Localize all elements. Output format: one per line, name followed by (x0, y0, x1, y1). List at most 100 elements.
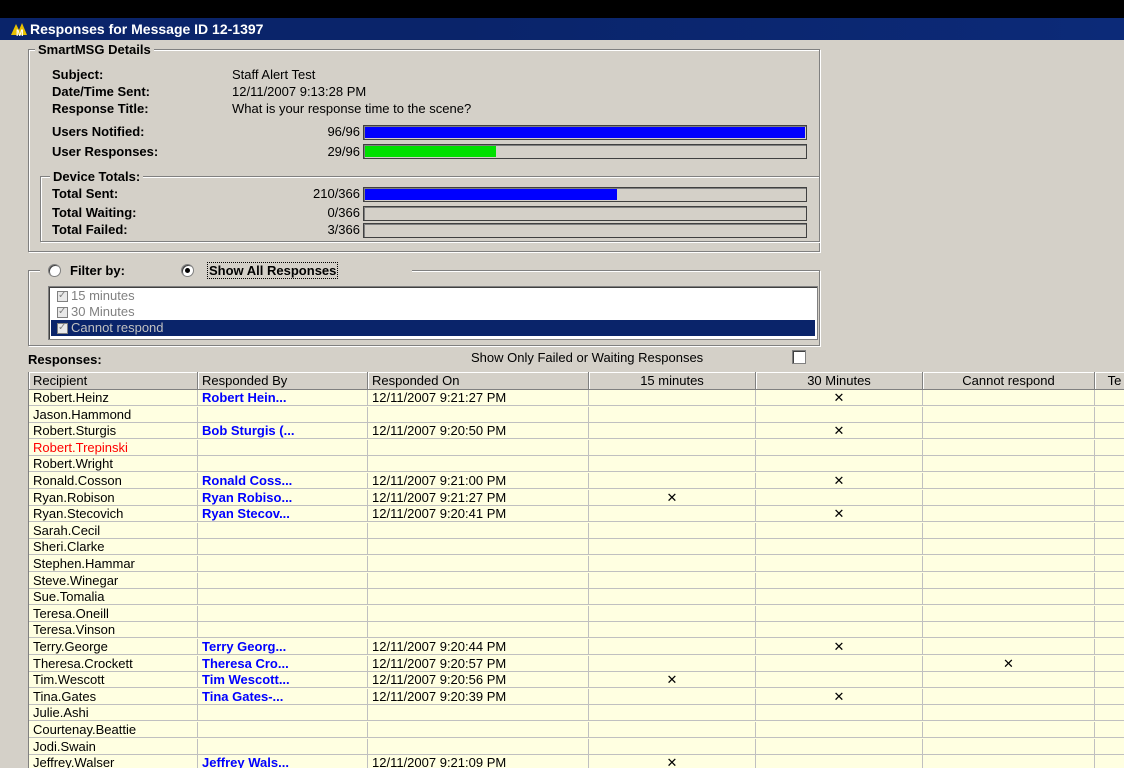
table-row[interactable]: Tim.Wescott Tim Wescott... 12/11/2007 9:20… (29, 672, 1124, 689)
recipient-cell: Steve.Winegar (29, 572, 198, 589)
15-minutes-cell (589, 722, 756, 738)
recipient-cell: Theresa.Crockett (29, 655, 198, 672)
30-minutes-cell (756, 456, 923, 473)
15-minutes-cell (589, 439, 756, 456)
table-row[interactable]: Terry.George Terry Georg... 12/11/2007 9:2… (29, 639, 1124, 655)
column-header-responded-on[interactable]: Responded On (368, 372, 589, 390)
filter-options-list[interactable]: 15 minutes 30 Minutes Cannot respond (48, 286, 818, 340)
table-row[interactable]: Ronald.Cosson Ronald Coss... 12/11/2007 9:… (29, 473, 1124, 489)
table-row[interactable]: Theresa.Crockett Theresa Cro... 12/11/2007… (29, 655, 1124, 672)
responded-on-cell (368, 556, 589, 572)
te-cell (1095, 440, 1124, 456)
column-header-recipient[interactable]: Recipient (29, 372, 198, 390)
filter-option-30-minutes[interactable]: 30 Minutes (51, 304, 815, 320)
table-row[interactable]: Robert.Trepinski (29, 439, 1124, 456)
recipient-cell: Sheri.Clarke (29, 539, 198, 556)
cannot-respond-cell (923, 473, 1095, 489)
recipient-cell: Ryan.Robison (29, 489, 198, 506)
table-row[interactable]: Sheri.Clarke (29, 539, 1124, 556)
user-responses-label: User Responses: (52, 144, 159, 159)
te-cell (1095, 539, 1124, 556)
show-all-radio[interactable] (181, 264, 194, 277)
failed-only-checkbox[interactable] (792, 350, 806, 364)
user-responses-bar (363, 144, 807, 159)
30-minutes-cell (756, 605, 923, 622)
table-row[interactable]: Steve.Winegar (29, 572, 1124, 589)
responded-on-cell (368, 456, 589, 473)
filter-option-15-minutes[interactable]: 15 minutes (51, 288, 815, 304)
table-row[interactable]: Ryan.Stecovich Ryan Stecov... 12/11/2007 9… (29, 506, 1124, 523)
15-minutes-cell (589, 738, 756, 755)
column-header-15-minutes[interactable]: 15 minutes (589, 372, 756, 390)
30-minutes-cell (756, 439, 923, 456)
table-row[interactable]: Julie.Ashi (29, 705, 1124, 722)
responded-by-cell: Robert Hein... (198, 390, 368, 406)
svg-text:M: M (16, 28, 24, 37)
show-all-label[interactable]: Show All Responses (206, 262, 339, 279)
table-row[interactable]: Robert.Sturgis Bob Sturgis (... 12/11/2007… (29, 423, 1124, 440)
responded-by-cell (198, 556, 368, 572)
window-title: Responses for Message ID 12-1397 (30, 21, 264, 37)
user-responses-fill (365, 146, 497, 157)
15-minutes-cell (589, 572, 756, 589)
cannot-respond-cell (923, 705, 1095, 722)
filter-option-cannot-respond[interactable]: Cannot respond (51, 320, 815, 336)
recipient-cell: Robert.Sturgis (29, 423, 198, 440)
table-row[interactable]: Stephen.Hammar (29, 556, 1124, 572)
table-row[interactable]: Ryan.Robison Ryan Robiso... 12/11/2007 9:2… (29, 489, 1124, 506)
te-cell (1095, 423, 1124, 440)
15-minutes-cell (589, 622, 756, 639)
table-row[interactable]: Robert.Heinz Robert Hein... 12/11/2007 9:2… (29, 390, 1124, 406)
responded-on-cell: 12/11/2007 9:20:56 PM (368, 672, 589, 689)
checkbox-checked-icon[interactable] (57, 288, 68, 304)
table-row[interactable]: Courtenay.Beattie (29, 722, 1124, 738)
table-row[interactable]: Jason.Hammond (29, 406, 1124, 423)
column-header-te[interactable]: Te (1095, 372, 1124, 390)
table-row[interactable]: Jodi.Swain (29, 738, 1124, 755)
filter-by-radio[interactable] (48, 264, 61, 277)
recipient-cell: Robert.Trepinski (29, 439, 198, 456)
30-minutes-cell (756, 722, 923, 738)
responded-by-cell (198, 439, 368, 456)
table-row[interactable]: Sarah.Cecil (29, 522, 1124, 539)
15-minutes-cell (589, 423, 756, 440)
responded-on-cell: 12/11/2007 9:20:57 PM (368, 655, 589, 672)
te-cell (1095, 456, 1124, 473)
te-cell (1095, 689, 1124, 705)
table-row[interactable]: Teresa.Vinson (29, 622, 1124, 639)
recipient-cell: Jeffrey.Walser (29, 755, 198, 768)
table-row[interactable]: Jeffrey.Walser Jeffrey Wals... 12/11/2007 … (29, 755, 1124, 768)
total-sent-fill (365, 189, 617, 200)
cannot-respond-cell (923, 589, 1095, 606)
column-header-30-minutes[interactable]: 30 Minutes (756, 372, 923, 390)
responded-by-cell: Bob Sturgis (... (198, 423, 368, 440)
15-minutes-cell (589, 605, 756, 622)
responded-by-cell (198, 539, 368, 556)
table-row[interactable]: Tina.Gates Tina Gates-... 12/11/2007 9:20:… (29, 688, 1124, 705)
15-minutes-cell (589, 639, 756, 655)
column-header-cannot-respond[interactable]: Cannot respond (923, 372, 1095, 390)
total-sent-value: 210/366 (313, 186, 360, 201)
recipient-cell: Ronald.Cosson (29, 473, 198, 489)
checkbox-checked-icon[interactable] (57, 304, 68, 320)
30-minutes-cell (756, 589, 923, 606)
filter-by-label[interactable]: Filter by: (70, 263, 125, 278)
responses-grid[interactable]: Recipient Responded By Responded On 15 minu… (28, 372, 1124, 768)
30-minutes-cell: ✕ (756, 473, 923, 489)
column-header-responded-by[interactable]: Responded By (198, 372, 368, 390)
title-bar[interactable]: M Responses for Message ID 12-1397 (0, 18, 1124, 40)
device-totals-legend: Device Totals: (50, 169, 144, 184)
30-minutes-cell: ✕ (756, 688, 923, 705)
cannot-respond-cell (923, 605, 1095, 622)
15-minutes-cell (589, 655, 756, 672)
table-row[interactable]: Sue.Tomalia (29, 589, 1124, 606)
cannot-respond-cell (923, 572, 1095, 589)
table-row[interactable]: Teresa.Oneill (29, 605, 1124, 622)
recipient-cell: Tina.Gates (29, 688, 198, 705)
checkbox-checked-icon[interactable] (57, 320, 68, 336)
table-row[interactable]: Robert.Wright (29, 456, 1124, 473)
15-minutes-cell (589, 705, 756, 722)
te-cell (1095, 722, 1124, 738)
responded-by-cell (198, 705, 368, 722)
30-minutes-cell (756, 556, 923, 572)
